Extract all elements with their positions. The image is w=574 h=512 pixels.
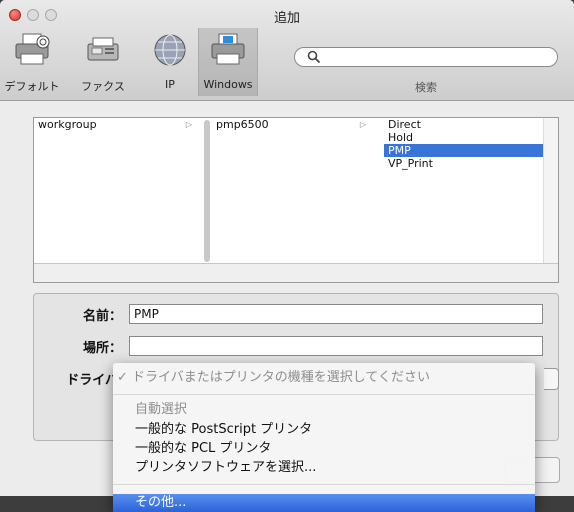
column-browser: workgroup ▷ pmp6500 ▷ Direct Hold PMP VP…	[33, 117, 559, 283]
disclosure-arrow-icon: ▷	[185, 120, 192, 129]
toolbar-ip-button[interactable]: IP	[142, 28, 198, 96]
search-label: 検索	[415, 81, 437, 94]
menu-item-select-software[interactable]: プリンタソフトウェアを選択...	[113, 459, 535, 477]
horizontal-scrollbar[interactable]	[34, 263, 558, 282]
toolbar-windows-button[interactable]: Windows	[198, 28, 258, 96]
fax-icon	[87, 37, 119, 61]
name-label: 名前：	[82, 309, 122, 324]
toolbar-default-button[interactable]: デフォルト	[0, 28, 64, 96]
list-item[interactable]: pmp6500 ▷	[212, 118, 380, 131]
list-item[interactable]: Hold	[384, 131, 558, 144]
list-item[interactable]: VP_Print	[384, 157, 558, 170]
menu-separator	[113, 484, 535, 485]
toolbar-ip-label: IP	[165, 78, 175, 91]
menu-item-auto-select[interactable]: 自動選択	[113, 401, 535, 419]
disclosure-arrow-icon: ▷	[359, 120, 366, 129]
checkmark-icon: ✓	[117, 370, 128, 385]
server-column[interactable]: pmp6500 ▷	[212, 118, 380, 264]
server-label: pmp6500	[216, 118, 269, 131]
toolbar-windows-label: Windows	[203, 78, 253, 91]
search-icon	[307, 50, 321, 64]
workgroup-label: workgroup	[38, 118, 97, 131]
toolbar-fax-button[interactable]: ファクス	[64, 28, 142, 96]
menu-item-prompt[interactable]: ✓ ドライバまたはプリンタの機種を選択してください	[113, 369, 535, 387]
vertical-scrollbar[interactable]	[543, 118, 558, 264]
workgroup-column[interactable]: workgroup ▷	[34, 118, 206, 264]
toolbar-default-label: デフォルト	[4, 80, 60, 93]
menu-item-other[interactable]: その他...	[113, 494, 535, 512]
name-field[interactable]: PMP	[129, 304, 543, 324]
menu-item-prompt-label: ドライバまたはプリンタの機種を選択してください	[132, 370, 431, 385]
list-item[interactable]: workgroup ▷	[34, 118, 206, 131]
toolbar-fax-label: ファクス	[81, 80, 125, 93]
title-bar: 追加 デフォルト ファクス IP Windows 検索	[0, 0, 574, 101]
driver-label: ドライバ	[66, 373, 118, 388]
column-scrollbar[interactable]	[204, 120, 210, 262]
menu-item-generic-postscript[interactable]: 一般的な PostScript プリンタ	[113, 421, 535, 439]
list-item[interactable]: Direct	[384, 118, 558, 131]
search-field[interactable]	[294, 47, 558, 67]
menu-separator	[113, 394, 535, 395]
printer-icon	[15, 33, 50, 65]
driver-popup-menu: ✓ ドライバまたはプリンタの機種を選択してください 自動選択 一般的な Post…	[113, 363, 535, 512]
location-label: 場所：	[82, 341, 122, 356]
window-title: 追加	[273, 11, 300, 26]
windows-printer-icon	[211, 33, 245, 65]
driver-popup-button[interactable]	[544, 368, 559, 390]
location-field[interactable]	[129, 336, 543, 356]
globe-icon	[154, 34, 186, 66]
list-item-selected[interactable]: PMP	[384, 144, 558, 157]
menu-item-generic-pcl[interactable]: 一般的な PCL プリンタ	[113, 440, 535, 458]
printer-queue-column[interactable]: Direct Hold PMP VP_Print	[384, 118, 558, 264]
